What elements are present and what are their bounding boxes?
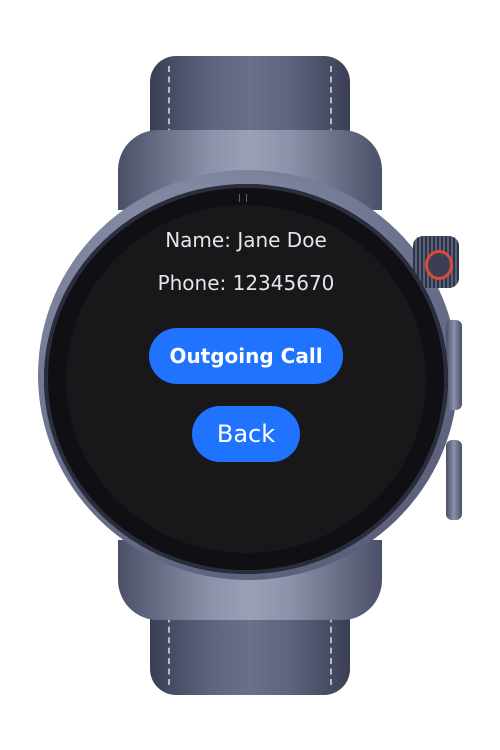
contact-name-text: Name: Jane Doe xyxy=(165,228,327,252)
crown-ring-icon xyxy=(425,250,453,280)
outgoing-call-button[interactable]: Outgoing Call xyxy=(149,328,343,384)
watch-side-button-lower[interactable] xyxy=(446,440,462,520)
bezel-top-marker: | | xyxy=(238,193,249,202)
smartwatch: | | Name: Jane Doe Phone: 12345670 Outgo… xyxy=(0,0,500,750)
back-button[interactable]: Back xyxy=(192,406,300,462)
watch-side-button[interactable] xyxy=(446,320,462,410)
contact-phone-text: Phone: 12345670 xyxy=(157,271,335,295)
